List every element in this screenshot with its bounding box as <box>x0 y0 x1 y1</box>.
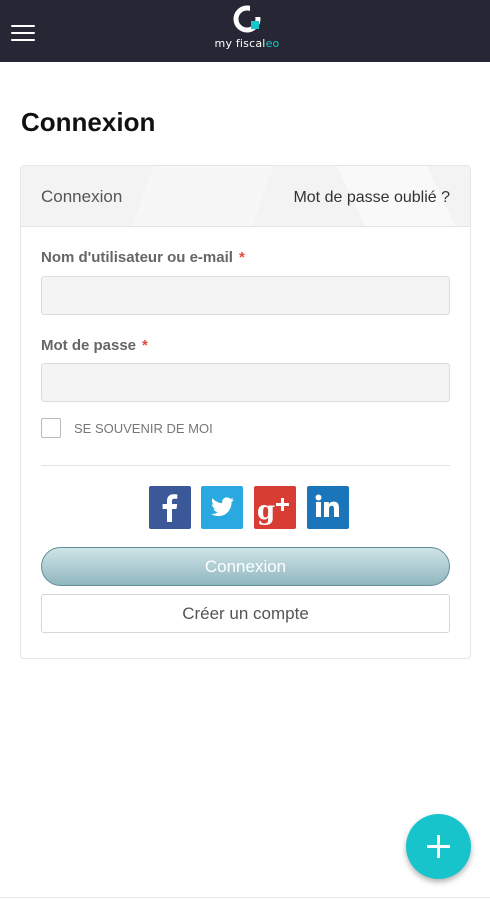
required-marker: * <box>238 249 245 266</box>
linkedin-icon[interactable] <box>307 486 349 529</box>
password-label: Mot de passe * <box>41 337 148 354</box>
google-plus-icon[interactable]: g <box>254 486 296 529</box>
top-app-bar: my fiscaleo <box>0 0 490 62</box>
twitter-icon[interactable] <box>201 486 243 529</box>
forgot-password-link[interactable]: Mot de passe oublié ? <box>293 189 450 207</box>
svg-text:g: g <box>257 496 275 526</box>
remember-me-checkbox[interactable] <box>41 418 61 438</box>
myfiscaleo-logo-icon <box>233 5 261 33</box>
login-button[interactable]: Connexion <box>41 547 450 586</box>
divider <box>41 465 450 466</box>
app-logo[interactable]: my fiscaleo <box>205 4 289 58</box>
plus-icon <box>427 835 450 858</box>
hamburger-menu-icon[interactable] <box>11 25 37 43</box>
logo-text: my fiscaleo <box>214 37 280 50</box>
page-title: Connexion <box>21 107 156 137</box>
required-marker: * <box>142 337 148 354</box>
create-account-button[interactable]: Créer un compte <box>41 594 450 633</box>
card-header: Connexion Mot de passe oublié ? <box>21 166 470 227</box>
remember-me-label: SE SOUVENIR DE MOI <box>74 421 213 436</box>
username-label: Nom d'utilisateur ou e-mail * <box>41 249 245 266</box>
login-card: Connexion Mot de passe oublié ? Nom d'ut… <box>20 165 471 659</box>
facebook-icon[interactable] <box>149 486 191 529</box>
bottom-divider <box>0 897 490 898</box>
floating-add-button[interactable] <box>406 814 471 879</box>
tab-login[interactable]: Connexion <box>41 187 122 207</box>
username-field[interactable] <box>41 276 450 315</box>
password-field[interactable] <box>41 363 450 402</box>
